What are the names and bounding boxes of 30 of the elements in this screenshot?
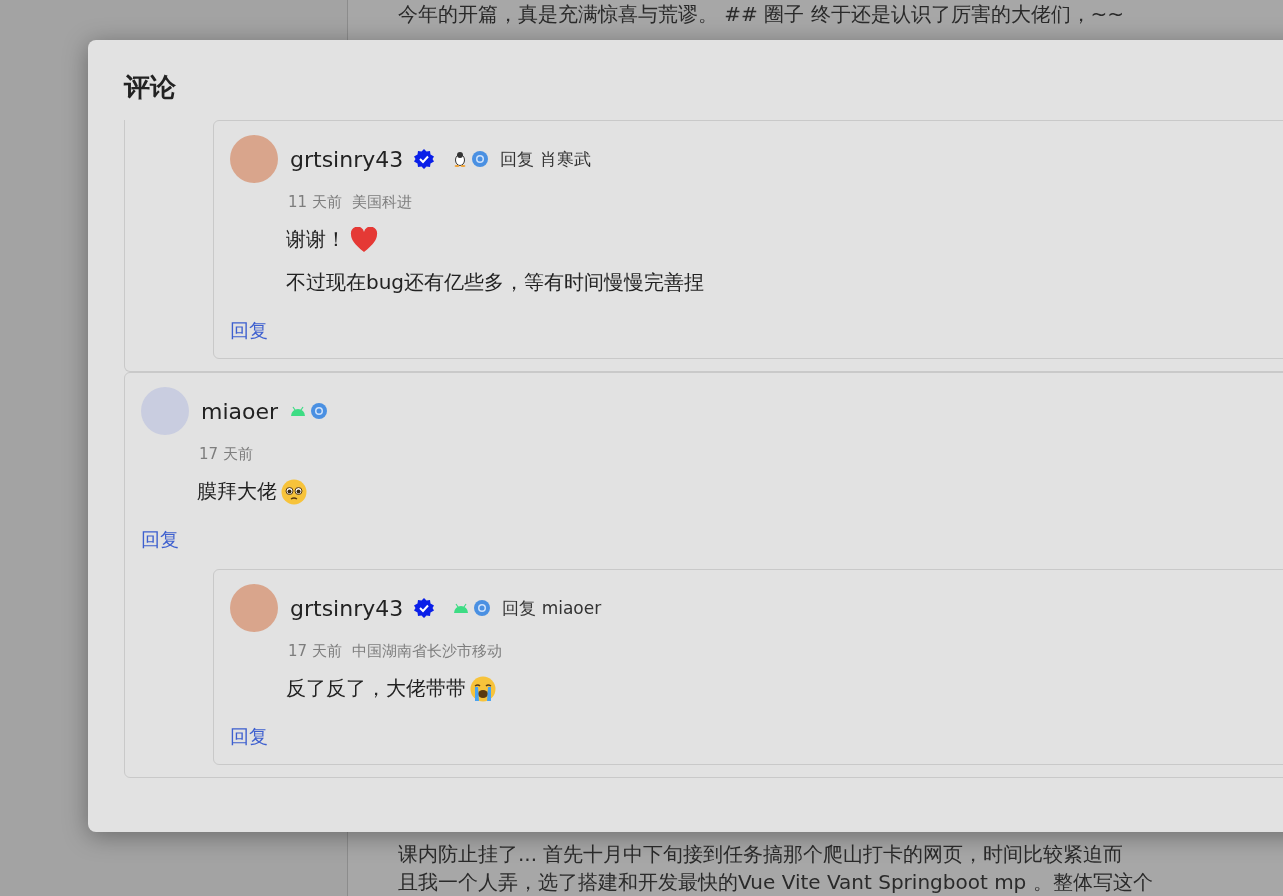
pleading-face-icon bbox=[281, 478, 307, 505]
timestamp: 17 天前 bbox=[288, 642, 342, 661]
comment-text: 反了反了，大佬带带 bbox=[286, 675, 466, 702]
reply-link[interactable]: 回复 bbox=[230, 318, 268, 344]
comment-text: 谢谢！ bbox=[286, 226, 346, 253]
android-icon bbox=[453, 603, 470, 613]
avatar bbox=[141, 387, 189, 435]
penguin-icon bbox=[453, 151, 468, 167]
avatar bbox=[230, 135, 278, 183]
username: grtsinry43 bbox=[290, 595, 404, 621]
heart-icon bbox=[350, 226, 378, 253]
reply-link[interactable]: 回复 bbox=[141, 527, 179, 553]
reply-to-text: 回复 miaoer bbox=[502, 596, 602, 620]
timestamp: 11 天前 bbox=[288, 193, 342, 212]
article-text: 且我一个人弄，选了搭建和开发最快的Vue Vite Vant Springboot mp 。整体写这个 bbox=[398, 869, 1154, 896]
location-text: 中国湖南省长沙市移动 bbox=[351, 642, 502, 661]
username: miaoer bbox=[201, 398, 279, 424]
avatar bbox=[230, 584, 278, 632]
crying-face-icon bbox=[470, 675, 496, 702]
dialog-title: 评论 bbox=[122, 71, 177, 104]
article-text: 今年的开篇，真是充满惊喜与荒谬。 ## 圈子 终于还是认识了厉害的大佬们，~~ bbox=[398, 1, 1126, 28]
location-text: 美国科进 bbox=[351, 193, 412, 212]
reply-link[interactable]: 回复 bbox=[230, 724, 268, 750]
username: grtsinry43 bbox=[290, 146, 404, 172]
comment-text: 膜拜大佬 bbox=[197, 478, 277, 505]
android-icon bbox=[290, 406, 307, 416]
article-text: 课内防止挂了... 首先十月中下旬接到任务搞那个爬山打卡的网页，时间比较紧迫而 bbox=[398, 841, 1125, 868]
timestamp: 17 天前 bbox=[199, 445, 253, 464]
comment-text: 不过现在bug还有亿些多，等有时间慢慢完善捏 bbox=[286, 269, 705, 296]
reply-to-text: 回复 肖寒武 bbox=[500, 147, 591, 171]
